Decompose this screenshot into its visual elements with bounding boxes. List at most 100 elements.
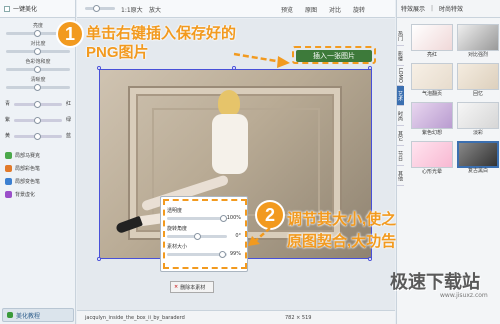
recolor-pen-icon [5, 178, 12, 185]
slider-knob[interactable] [34, 30, 41, 37]
slider-knob[interactable] [93, 5, 100, 12]
blur-icon [5, 191, 12, 198]
delete-material-button[interactable]: × 删除本素材 [170, 281, 214, 293]
category-tab[interactable]: 其它 [397, 126, 404, 146]
effect-label: 复古黑白 [467, 168, 488, 174]
effect-thumb[interactable]: 回忆 [457, 63, 499, 97]
category-tab[interactable]: LOMO [397, 66, 403, 86]
material-settings-panel: 透明度 100% 旋转角度 0° 素材大小 99% [160, 196, 248, 272]
size-label: 素材大小 [167, 244, 188, 250]
model-hair [218, 90, 240, 116]
left-panel: 一键美化 亮度 对比度 色彩饱和度 清晰度 青 红 紫 绿 黄 蓝 局部马赛克 … [0, 0, 76, 324]
effect-thumb[interactable]: 淡彩 [457, 102, 499, 136]
slider-knob[interactable] [219, 251, 226, 258]
resize-handle-bottom-left[interactable] [97, 257, 101, 261]
contrast-slider[interactable] [6, 48, 70, 55]
category-tab[interactable]: 艺术 [397, 86, 404, 106]
yellow-blue-slider[interactable] [14, 133, 62, 140]
step-one-text-line1: 单击右键插入保存好的 [86, 25, 237, 42]
slider-knob[interactable] [34, 48, 41, 55]
tool-recolor-pen[interactable]: 局部变色笔 [5, 178, 40, 185]
effect-thumb[interactable]: 气泡翻页 [411, 63, 453, 97]
tool-label: 局部马赛克 [15, 153, 41, 159]
tool-background-blur[interactable]: 背景虚化 [5, 191, 35, 198]
site-watermark-url: www.jisuxz.com [440, 292, 488, 299]
slider-knob[interactable] [34, 84, 41, 91]
compare-button[interactable]: 对比 [329, 5, 341, 14]
effects-tabs: 特效展示 | 时尚特效 [397, 0, 500, 18]
sharpness-label: 清晰度 [30, 77, 46, 83]
tool-label: 局部变色笔 [15, 179, 41, 185]
tool-label: 局部彩色笔 [15, 166, 41, 172]
sharpness-slider[interactable] [6, 84, 70, 91]
auto-beautify-checkbox[interactable] [4, 5, 10, 12]
effect-label: 淡彩 [472, 130, 483, 136]
rotation-slider[interactable] [167, 233, 227, 240]
insert-image-button-frame: 插入一张图片 [292, 46, 376, 64]
category-tab[interactable]: 节日 [397, 146, 404, 166]
tab-effects-showcase[interactable]: 特效展示 [401, 4, 425, 13]
effect-thumb[interactable]: 亮红 [411, 24, 453, 58]
effect-thumb[interactable]: 心形光晕 [411, 141, 453, 175]
arrow-icon [233, 52, 290, 68]
cyan-red-slider[interactable] [14, 101, 62, 108]
status-bar: jacqulyn_inside_the_box_ii_by_baraderd 7… [77, 310, 395, 324]
step-one-badge: 1 [56, 20, 84, 48]
opacity-value: 100% [226, 215, 241, 221]
red-label: 红 [66, 101, 72, 107]
zoom-slider[interactable] [85, 5, 115, 12]
tutorial-icon [7, 312, 13, 318]
magenta-green-slider[interactable] [14, 117, 62, 124]
effect-label: 亮红 [426, 52, 437, 58]
category-tab[interactable]: 热门 [397, 26, 404, 46]
effect-label: 气泡翻页 [421, 91, 442, 97]
zoom-in-button[interactable]: 放大 [149, 5, 161, 14]
preview-button[interactable]: 预览 [281, 5, 293, 14]
effect-thumb-selected[interactable]: 复古黑白 [457, 141, 499, 174]
image-size: 782 × 519 [285, 315, 312, 321]
tool-color-pen[interactable]: 局部彩色笔 [5, 165, 40, 172]
tool-mosaic[interactable]: 局部马赛克 [5, 152, 40, 159]
zoom-one-to-one[interactable]: 1:1原大 [121, 5, 143, 14]
tab-fashion-effects[interactable]: 时尚特效 [439, 4, 463, 13]
resize-handle-top-right[interactable] [368, 66, 372, 70]
saturation-label: 色彩饱和度 [25, 59, 51, 65]
blue-label: 蓝 [66, 133, 72, 139]
rotate-button[interactable]: 旋转 [353, 5, 365, 14]
tutorial-label: 美化教程 [16, 312, 41, 320]
delete-icon: × [174, 284, 179, 290]
slider-knob[interactable] [34, 101, 41, 108]
tutorial-button[interactable]: 美化教程 [2, 308, 74, 322]
category-tab[interactable]: 时尚 [397, 106, 404, 126]
arrow-icon [248, 227, 271, 246]
category-tabs: 热门 影楼 LOMO 艺术 时尚 其它 节日 其他 [397, 26, 409, 186]
site-watermark: 极速下载站 [390, 272, 480, 292]
model-body [212, 114, 248, 174]
category-tab[interactable]: 影楼 [397, 46, 404, 66]
original-button[interactable]: 原图 [305, 5, 317, 14]
slider-knob[interactable] [194, 233, 201, 240]
size-slider[interactable] [167, 251, 227, 258]
effect-thumb[interactable]: 对比强烈 [457, 24, 499, 58]
auto-beautify-row[interactable]: 一键美化 [0, 0, 75, 18]
effect-thumb[interactable]: 紫色幻想 [411, 102, 453, 136]
effect-label: 对比强烈 [467, 52, 488, 58]
opacity-slider[interactable] [167, 215, 227, 222]
rotation-label: 旋转角度 [167, 226, 188, 232]
effect-label: 紫色幻想 [421, 130, 442, 136]
slider-knob[interactable] [34, 133, 41, 140]
resize-handle-bottom-right[interactable] [368, 257, 372, 261]
delete-label: 删除本素材 [180, 284, 206, 291]
green-label: 绿 [66, 117, 72, 123]
insert-image-button[interactable]: 插入一张图片 [296, 50, 372, 62]
slider-knob[interactable] [34, 66, 41, 73]
category-tab[interactable]: 其他 [397, 166, 404, 186]
slider-knob[interactable] [34, 117, 41, 124]
resize-handle-top-left[interactable] [97, 66, 101, 70]
cyan-label: 青 [5, 101, 11, 107]
effect-label: 回忆 [472, 91, 483, 97]
step-one-text-line2: PNG图片 [86, 44, 149, 61]
effect-label: 心形光晕 [421, 169, 442, 175]
toolbar: 1:1原大 放大 预览 原图 对比 旋转 [77, 0, 395, 18]
saturation-slider[interactable] [6, 66, 70, 73]
